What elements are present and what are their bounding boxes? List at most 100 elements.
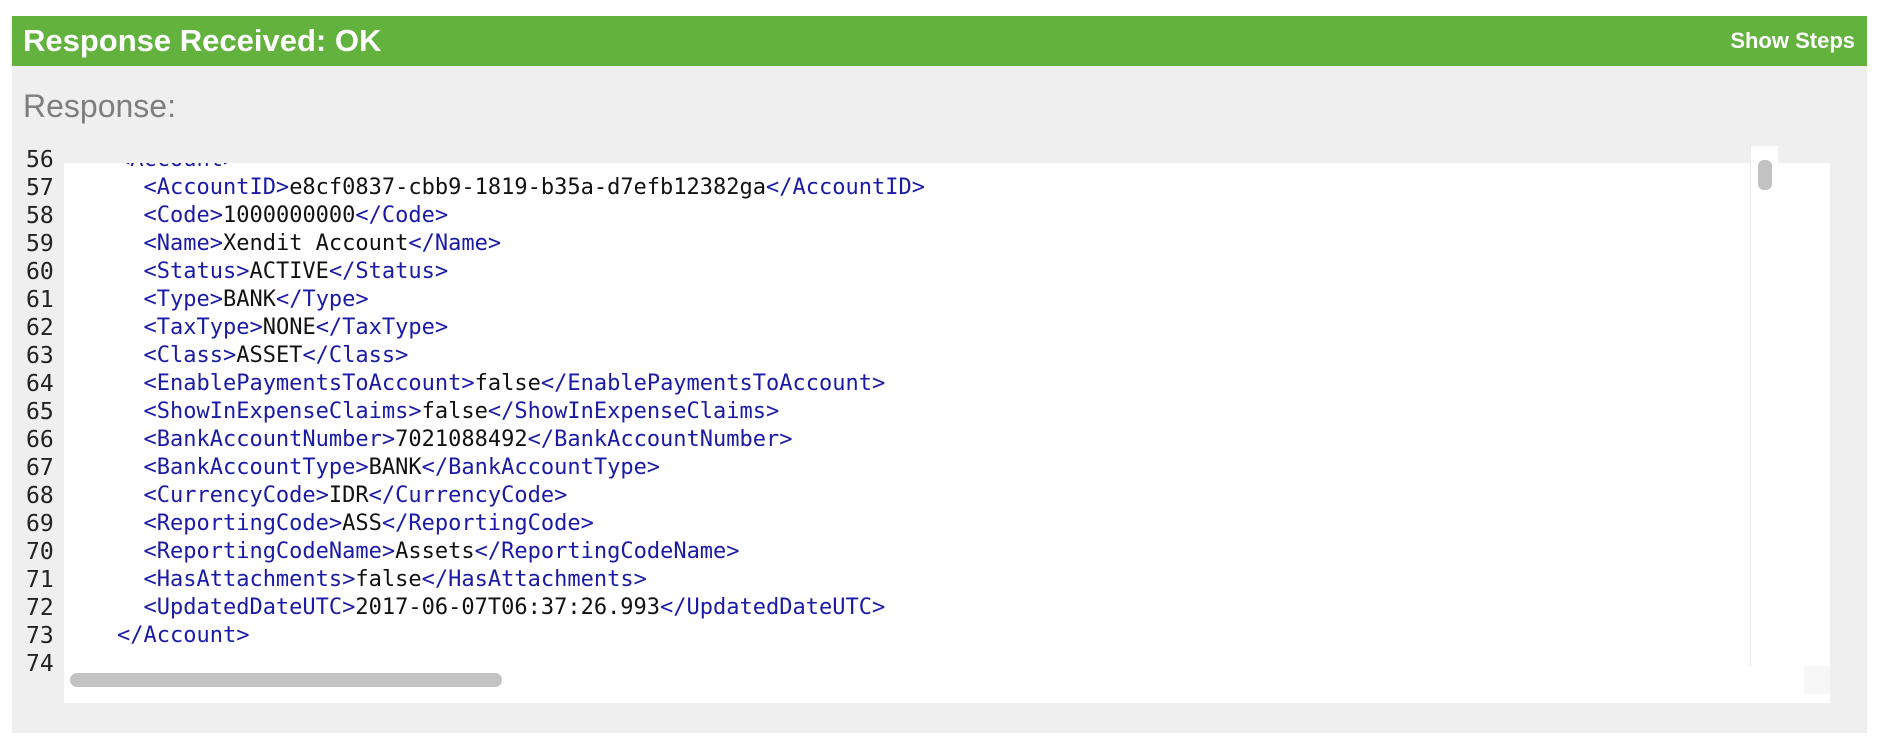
xml-tag: <Code> — [143, 203, 223, 228]
code-line: <ReportingCodeName>Assets</ReportingCode… — [64, 538, 1804, 566]
xml-tag: </Name> — [408, 231, 502, 256]
xml-tag: <BankAccountNumber> — [143, 427, 396, 452]
xml-tag: <BankAccountType> — [143, 455, 369, 480]
xml-tag: <ReportingCodeName> — [143, 539, 396, 564]
xml-tag: </TaxType> — [315, 315, 449, 340]
xml-tag: </ReportingCode> — [381, 511, 594, 536]
code-line: <Type>BANK</Type> — [64, 286, 1804, 314]
code-line: <Class>ASSET</Class> — [64, 342, 1804, 370]
show-steps-link[interactable]: Show Steps — [1730, 28, 1855, 54]
xml-tag: </BankAccountNumber> — [527, 427, 793, 452]
xml-tag: <Status> — [143, 259, 250, 284]
xml-tag: </ReportingCodeName> — [474, 539, 740, 564]
xml-tag: </Code> — [355, 203, 449, 228]
xml-value: ACTIVE — [249, 259, 329, 284]
xml-value: BANK — [368, 455, 422, 480]
xml-tag: </Account> — [116, 623, 250, 648]
line-number: 72 — [26, 595, 54, 621]
line-number: 60 — [26, 259, 54, 285]
code-line: <Name>Xendit Account</Name> — [64, 230, 1804, 258]
scrollbar-corner — [1804, 666, 1830, 694]
line-number: 65 — [26, 399, 54, 425]
xml-value: false — [355, 567, 422, 592]
xml-tag: <UpdatedDateUTC> — [143, 595, 356, 620]
xml-value: false — [474, 371, 541, 396]
xml-tag: </HasAttachments> — [421, 567, 647, 592]
xml-tag: <TaxType> — [143, 315, 263, 340]
xml-tag: <HasAttachments> — [143, 567, 356, 592]
xml-value: 2017-06-07T06:37:26.993 — [355, 595, 661, 620]
xml-tag: </CurrencyCode> — [368, 483, 568, 508]
xml-value: false — [421, 399, 488, 424]
xml-value: Assets — [395, 539, 475, 564]
code-line: <BankAccountNumber>7021088492</BankAccou… — [64, 426, 1804, 454]
horizontal-scrollbar-thumb[interactable] — [70, 673, 502, 687]
horizontal-scrollbar[interactable] — [64, 666, 1830, 694]
vertical-scrollbar-thumb[interactable] — [1758, 160, 1772, 190]
xml-tag: <CurrencyCode> — [143, 483, 329, 508]
xml-tag: <Type> — [143, 287, 223, 312]
code-line: <AccountID>e8cf0837-cbb9-1819-b35a-d7efb… — [64, 174, 1804, 202]
line-number: 68 — [26, 483, 54, 509]
line-number: 73 — [26, 623, 54, 649]
code-line: <UpdatedDateUTC>2017-06-07T06:37:26.993<… — [64, 594, 1804, 622]
xml-value: ASS — [342, 511, 382, 536]
xml-tag: <Account> — [117, 163, 236, 172]
line-number-gutter: 56 57 58 59 60 61 62 63 64 65 66 67 68 69 70 71 72 73 74 — [12, 146, 64, 703]
code-lines: <Account> <AccountID>e8cf0837-cbb9-1819-… — [64, 163, 1804, 678]
xml-tag: <ReportingCode> — [143, 511, 343, 536]
xml-tag: </BankAccountType> — [421, 455, 661, 480]
xml-value: NONE — [262, 315, 316, 340]
response-label: Response: — [23, 88, 176, 124]
xml-value: Xendit Account — [222, 231, 409, 256]
xml-tag: </EnablePaymentsToAccount> — [540, 371, 886, 396]
code-line: <BankAccountType>BANK</BankAccountType> — [64, 454, 1804, 482]
code-line: <Code>1000000000</Code> — [64, 202, 1804, 230]
xml-tag: <AccountID> — [143, 175, 290, 200]
line-number: 61 — [26, 287, 54, 313]
response-panel: Response Received: OK Show Steps Respons… — [12, 16, 1867, 733]
code-line: </Account> — [64, 622, 1804, 650]
xml-value: 7021088492 — [395, 427, 528, 452]
xml-tag: </Type> — [275, 287, 369, 312]
xml-tag: </Class> — [302, 343, 409, 368]
xml-value: 1000000000 — [222, 203, 356, 228]
line-number: 69 — [26, 511, 54, 537]
xml-tag: <ShowInExpenseClaims> — [143, 399, 422, 424]
code-line: <CurrencyCode>IDR</CurrencyCode> — [64, 482, 1804, 510]
response-header: Response Received: OK Show Steps — [12, 16, 1867, 66]
code-editor[interactable]: <Account> <AccountID>e8cf0837-cbb9-1819-… — [64, 163, 1830, 703]
line-number: 74 — [26, 651, 54, 677]
line-number: 63 — [26, 343, 54, 369]
vertical-scrollbar[interactable] — [1750, 146, 1778, 666]
line-number: 57 — [26, 175, 54, 201]
line-number: 70 — [26, 539, 54, 565]
code-line: <ShowInExpenseClaims>false</ShowInExpens… — [64, 398, 1804, 426]
code-line: <HasAttachments>false</HasAttachments> — [64, 566, 1804, 594]
xml-value: BANK — [222, 287, 276, 312]
line-number: 62 — [26, 315, 54, 341]
xml-value: e8cf0837-cbb9-1819-b35a-d7efb12382ga — [289, 175, 767, 200]
code-viewer: 56 57 58 59 60 61 62 63 64 65 66 67 68 69 70 71 72 73 74 <… — [12, 146, 1830, 703]
code-line: <ReportingCode>ASS</ReportingCode> — [64, 510, 1804, 538]
code-line: <Status>ACTIVE</Status> — [64, 258, 1804, 286]
xml-tag: </ShowInExpenseClaims> — [487, 399, 780, 424]
line-number: 67 — [26, 455, 54, 481]
xml-tag: </Status> — [328, 259, 449, 284]
